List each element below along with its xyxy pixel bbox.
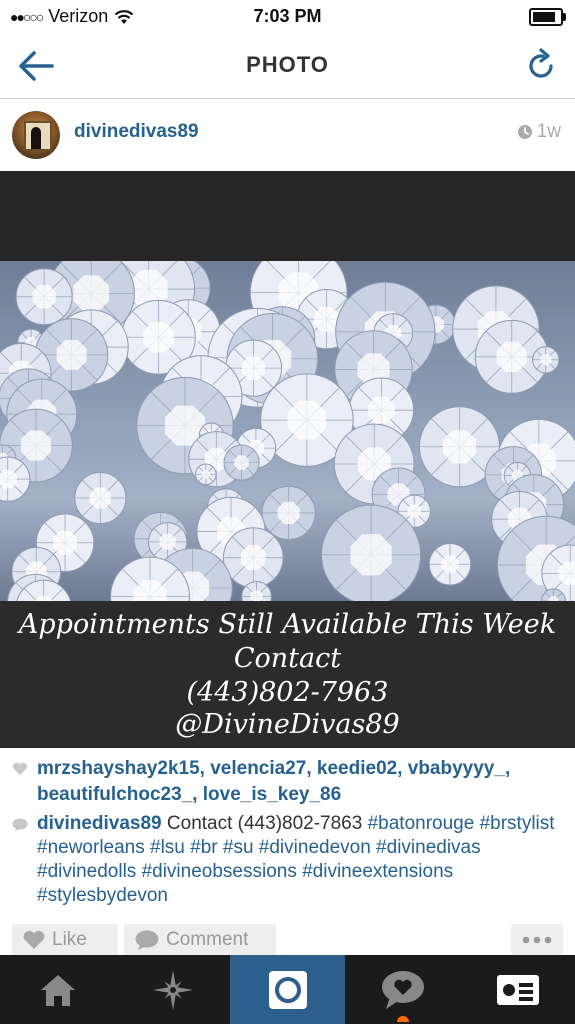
diamond-shape	[223, 444, 260, 481]
avatar-figure	[31, 127, 41, 149]
caption-line-handle: @DivineDivas89	[175, 709, 400, 740]
comment-label: Comment	[166, 929, 249, 950]
post-username[interactable]: divinedivas89	[74, 121, 199, 143]
comment-body: Contact (443)802-7863	[166, 813, 363, 834]
tab-news[interactable]	[345, 955, 460, 1024]
like-label: Like	[52, 929, 87, 950]
comment-bubble-icon	[135, 930, 159, 950]
diamond-shape	[74, 471, 127, 525]
news-icon	[381, 970, 424, 1009]
clock-icon	[517, 125, 532, 139]
likes-list[interactable]: mrzshayshay2k15, velencia27, keedie02, v…	[37, 756, 567, 808]
tab-explore[interactable]	[115, 955, 230, 1024]
battery-level	[533, 12, 556, 22]
page-title: PHOTO	[246, 52, 329, 77]
home-icon	[40, 974, 75, 1006]
action-row: Like Comment	[0, 924, 575, 956]
diamond-shape	[15, 268, 73, 326]
likes-row: mrzshayshay2k15, velencia27, keedie02, v…	[12, 756, 567, 808]
nav-bar: PHOTO	[0, 32, 575, 99]
more-dots-icon	[522, 936, 552, 944]
caption-line-contact: Contact	[233, 643, 342, 674]
post-image[interactable]: Appointments Still Available This Week C…	[0, 171, 575, 748]
avatar[interactable]	[12, 111, 60, 159]
refresh-button[interactable]	[521, 46, 561, 86]
diamond-shape	[222, 527, 284, 589]
diamond-shape	[428, 542, 472, 586]
diamond-shape	[261, 485, 316, 541]
image-top-band	[0, 171, 575, 261]
camera-icon	[268, 970, 307, 1009]
status-bar: ●●○○○ Verizon 7:03 PM	[0, 0, 575, 32]
more-options-button[interactable]	[511, 924, 563, 956]
time-ago-label: 1w	[536, 121, 561, 142]
tab-bar	[0, 955, 575, 1024]
diamond-shape	[195, 463, 217, 486]
tab-camera[interactable]	[230, 955, 345, 1024]
caption-line-phone: (443)802-7963	[186, 677, 389, 708]
post-header: divinedivas89 1w	[0, 99, 575, 171]
like-button[interactable]: Like	[12, 924, 118, 956]
status-time: 7:03 PM	[253, 6, 322, 26]
refresh-icon	[529, 48, 553, 78]
tab-profile[interactable]	[460, 955, 575, 1024]
comment-text: divinedivas89 Contact (443)802-7863 #bat…	[37, 812, 567, 908]
tab-home[interactable]	[0, 955, 115, 1024]
explore-icon	[152, 969, 193, 1010]
comment-username[interactable]: divinedivas89	[37, 813, 162, 834]
comment-row: divinedivas89 Contact (443)802-7863 #bat…	[12, 812, 567, 908]
battery-icon	[529, 8, 566, 26]
diamond-shape	[321, 504, 422, 601]
caption-line-appointments: Appointments Still Available This Week	[18, 609, 557, 640]
notification-dot	[397, 1016, 409, 1022]
heart-icon	[23, 930, 45, 949]
heart-icon	[12, 762, 28, 775]
diamond-shape	[532, 346, 560, 374]
diamonds-photo	[0, 261, 575, 601]
profile-icon	[496, 974, 539, 1005]
post-time: 1w	[517, 121, 561, 143]
diamonds-illustration	[0, 261, 575, 601]
image-caption-band: Appointments Still Available This Week C…	[0, 601, 575, 748]
comment-button[interactable]: Comment	[124, 924, 276, 956]
comment-bubble-icon	[12, 818, 28, 832]
